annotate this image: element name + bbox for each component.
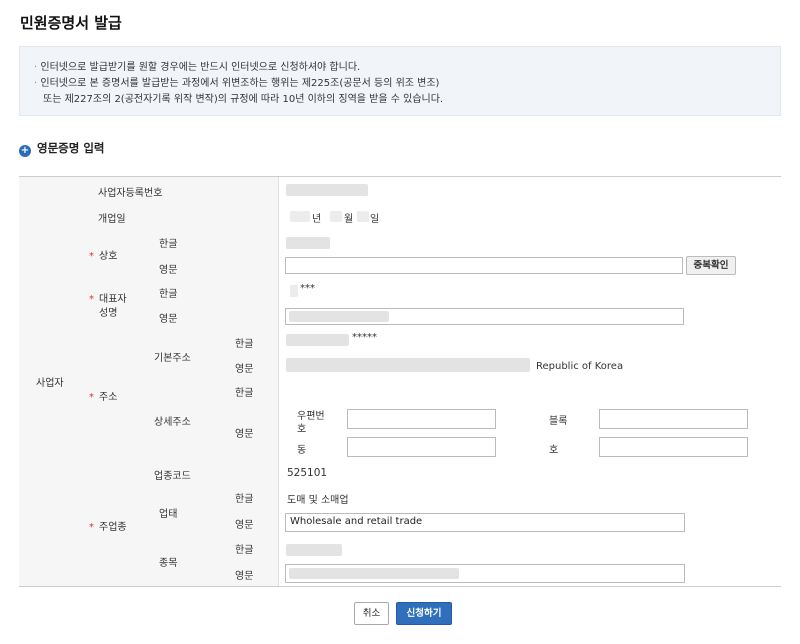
label-korean: 한글 — [159, 239, 178, 250]
apply-button[interactable]: 신청하기 — [396, 602, 452, 625]
label-english: 영문 — [159, 265, 178, 276]
label-business-type: 업태 — [159, 509, 178, 520]
required-mark: * — [89, 294, 94, 305]
notice-box: · 인터넷으로 발급받기를 원할 경우에는 반드시 인터넷으로 신청하셔야 합니… — [19, 46, 781, 116]
redacted-trade-name-korean — [286, 237, 330, 249]
business-type-korean-value: 도매 및 소매업 — [287, 495, 349, 506]
redacted-representative-english — [289, 311, 389, 322]
redacted-item-english — [289, 568, 459, 579]
basic-address-english-value: Republic of Korea — [536, 361, 624, 372]
label-english: 영문 — [159, 314, 178, 325]
notice-line-3: 또는 제227조의 2(공전자기록 위작 변작)의 규정에 따라 10년 이하의… — [43, 94, 444, 105]
ho-input[interactable] — [599, 437, 748, 457]
label-english: 영문 — [235, 429, 254, 440]
basic-address-korean-value: ***** — [352, 332, 377, 343]
bullet: · — [34, 62, 38, 73]
industry-code-value: 525101 — [287, 467, 328, 479]
label-representative: * 대표자 — [89, 294, 127, 305]
redacted-reg-no — [286, 184, 368, 196]
item-english-input[interactable] — [285, 564, 685, 583]
label-ho: 호 — [549, 445, 559, 456]
label-business: 사업자 — [36, 378, 64, 389]
label-korean: 한글 — [159, 289, 178, 300]
business-type-english-input[interactable]: Wholesale and retail trade — [285, 513, 685, 532]
redacted-basic-address-english — [286, 358, 530, 372]
label-reg-no: 사업자등록번호 — [98, 188, 163, 199]
required-mark: * — [89, 522, 94, 533]
redacted-month — [330, 211, 342, 222]
trade-name-english-input[interactable] — [285, 257, 683, 274]
label-address: * 주소 — [89, 392, 118, 403]
label-detail-address: 상세주소 — [154, 417, 191, 428]
section-header: + 영문증명 입력 — [19, 140, 104, 157]
page-title: 민원증명서 발급 — [20, 14, 122, 32]
section-title: 영문증명 입력 — [37, 141, 105, 155]
english-certificate-form: 사업자 사업자등록번호 개업일 * 상호 * 대표자 성명 * 주소 * 주업종 기본주… — [19, 176, 781, 587]
redacted-representative — [290, 285, 298, 297]
label-postal-code-line2: 호 — [297, 424, 307, 435]
cancel-button[interactable]: 취소 — [354, 602, 389, 625]
label-representative-line2: 성명 — [99, 308, 118, 319]
postal-code-input[interactable] — [347, 409, 496, 429]
open-date-year-suffix: 년 — [312, 214, 322, 225]
plus-circle-icon: + — [19, 145, 31, 157]
required-mark: * — [89, 392, 94, 403]
label-block: 블록 — [549, 416, 568, 427]
bullet: · — [34, 78, 38, 89]
redacted-year — [290, 211, 310, 222]
open-date-day-suffix: 일 — [370, 214, 380, 225]
label-english: 영문 — [235, 364, 254, 375]
redacted-item-korean — [286, 544, 342, 556]
label-item: 종목 — [159, 558, 178, 569]
representative-korean-value: *** — [300, 283, 315, 294]
label-english: 영문 — [235, 520, 254, 531]
representative-english-input[interactable] — [285, 308, 684, 325]
dong-input[interactable] — [347, 437, 496, 457]
column-divider — [278, 177, 279, 586]
label-korean: 한글 — [235, 545, 254, 556]
block-input[interactable] — [599, 409, 748, 429]
label-korean: 한글 — [235, 494, 254, 505]
label-korean: 한글 — [235, 388, 254, 399]
notice-line-1: · 인터넷으로 발급받기를 원할 경우에는 반드시 인터넷으로 신청하셔야 합니… — [34, 62, 361, 73]
label-basic-address: 기본주소 — [154, 353, 191, 364]
duplicate-check-button[interactable]: 중복확인 — [686, 256, 736, 275]
label-korean: 한글 — [235, 339, 254, 350]
open-date-month-suffix: 월 — [344, 214, 354, 225]
label-main-industry: * 주업종 — [89, 522, 127, 533]
redacted-day — [357, 211, 369, 222]
label-open-date: 개업일 — [98, 214, 126, 225]
required-mark: * — [89, 251, 94, 262]
label-english: 영문 — [235, 571, 254, 582]
redacted-basic-address-korean — [286, 334, 349, 346]
label-dong: 동 — [297, 445, 307, 456]
label-trade-name: * 상호 — [89, 251, 118, 262]
label-industry-code: 업종코드 — [154, 471, 191, 482]
notice-line-2: · 인터넷으로 본 증명서를 발급받는 과정에서 위변조하는 행위는 제225조… — [34, 78, 440, 89]
